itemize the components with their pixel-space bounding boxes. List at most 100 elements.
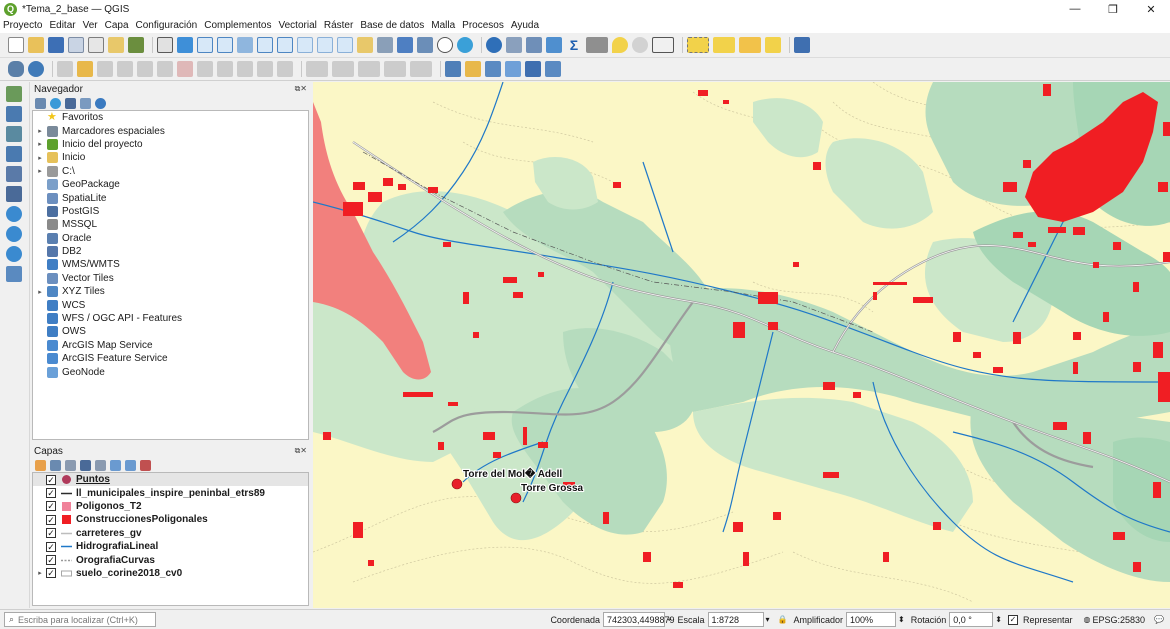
navigator-item[interactable]: ArcGIS Feature Service bbox=[33, 352, 308, 365]
data-source-manager-icon[interactable] bbox=[8, 61, 24, 77]
show-bookmarks-icon[interactable] bbox=[417, 37, 433, 53]
open-project-icon[interactable] bbox=[28, 37, 44, 53]
menu-procesos[interactable]: Procesos bbox=[462, 20, 504, 31]
menu-capa[interactable]: Capa bbox=[105, 20, 129, 31]
manage-themes-icon[interactable] bbox=[65, 459, 76, 471]
paste-features-icon[interactable] bbox=[237, 61, 253, 77]
scale-field[interactable]: 1:8728 bbox=[707, 612, 764, 627]
menu-configuracion[interactable]: Configuración bbox=[136, 20, 198, 31]
add-wms-icon[interactable] bbox=[6, 206, 22, 222]
scale-dropdown-icon[interactable]: ▾ bbox=[766, 615, 770, 624]
select-location-icon[interactable] bbox=[765, 37, 781, 53]
menu-base-de-datos[interactable]: Base de datos bbox=[360, 20, 424, 31]
temporal-controller-icon[interactable] bbox=[437, 37, 453, 53]
add-delimited-text-icon[interactable] bbox=[6, 146, 22, 162]
redo-icon[interactable] bbox=[277, 61, 293, 77]
navigator-item[interactable]: PostGIS bbox=[33, 205, 308, 218]
layer-item[interactable]: ✓ HidrografiaLineal bbox=[33, 540, 308, 553]
layer-item[interactable]: ✓ OrografiaCurvas bbox=[33, 553, 308, 566]
map-canvas[interactable]: Torre del Mol� Adell Torre Grossa bbox=[313, 82, 1170, 608]
undo-icon[interactable] bbox=[257, 61, 273, 77]
statistics-sigma-icon[interactable]: Σ bbox=[566, 37, 582, 53]
add-vector-layer-icon[interactable] bbox=[6, 86, 22, 102]
menu-proyecto[interactable]: Proyecto bbox=[3, 20, 42, 31]
text-annotation-icon[interactable] bbox=[652, 37, 674, 53]
add-wcs-icon[interactable] bbox=[6, 226, 22, 242]
navigator-item[interactable]: Vector Tiles bbox=[33, 272, 308, 285]
navigator-item[interactable]: ▸ C:\ bbox=[33, 165, 308, 178]
filter-expression-icon[interactable] bbox=[95, 459, 106, 471]
pan-to-selection-icon[interactable] bbox=[177, 37, 193, 53]
layout-manager-icon[interactable] bbox=[108, 37, 124, 53]
print-layout-icon[interactable] bbox=[88, 37, 104, 53]
navigator-item[interactable]: ▸ Inicio bbox=[33, 151, 308, 164]
save-project-icon[interactable] bbox=[48, 37, 64, 53]
navigator-item[interactable]: DB2 bbox=[33, 245, 308, 258]
zoom-in-icon[interactable] bbox=[197, 37, 213, 53]
menu-ver[interactable]: Ver bbox=[83, 20, 98, 31]
navigator-item[interactable]: WCS bbox=[33, 298, 308, 311]
navigator-item[interactable]: GeoNode bbox=[33, 365, 308, 378]
digitize-curve-icon[interactable] bbox=[306, 61, 328, 77]
layer-item[interactable]: ✓ Puntos bbox=[33, 473, 308, 487]
processing-gear-icon[interactable] bbox=[546, 37, 562, 53]
menu-raster[interactable]: Ráster bbox=[324, 20, 353, 31]
coordinate-field[interactable]: 742303,4498879 bbox=[602, 612, 675, 627]
minimize-button[interactable]: — bbox=[1056, 0, 1094, 18]
add-polygon-icon[interactable] bbox=[410, 61, 432, 77]
rotate-label-icon[interactable] bbox=[545, 61, 561, 77]
layer-item[interactable]: ✓ ll_municipales_inspire_peninbal_etrs89 bbox=[33, 486, 308, 499]
layer-visibility-checkbox[interactable]: ✓ bbox=[46, 488, 56, 499]
crs-globe-icon[interactable]: ◍ bbox=[1084, 615, 1091, 624]
menu-complementos[interactable]: Complementos bbox=[204, 20, 271, 31]
zoom-out-icon[interactable] bbox=[217, 37, 233, 53]
new-map-view-icon[interactable] bbox=[357, 37, 373, 53]
delete-selected-icon[interactable] bbox=[177, 61, 193, 77]
label-toolbar-icon[interactable] bbox=[445, 61, 461, 77]
zoom-native-icon[interactable] bbox=[297, 37, 313, 53]
expand-arrow-icon[interactable]: ▸ bbox=[35, 154, 45, 162]
map-svg[interactable]: Torre del Mol� Adell Torre Grossa bbox=[313, 82, 1170, 608]
pin-labels-icon[interactable] bbox=[485, 61, 501, 77]
select-features-icon[interactable] bbox=[687, 37, 709, 53]
new-shapefile-icon[interactable] bbox=[6, 266, 22, 282]
vertex-tool-icon[interactable] bbox=[137, 61, 153, 77]
layer-labeling-icon[interactable] bbox=[465, 61, 481, 77]
close-button[interactable]: ✕ bbox=[1132, 0, 1170, 18]
messages-icon[interactable]: 💬 bbox=[1154, 615, 1164, 624]
menu-vectorial[interactable]: Vectorial bbox=[279, 20, 317, 31]
zoom-layer-icon[interactable] bbox=[277, 37, 293, 53]
layer-visibility-checkbox[interactable]: ✓ bbox=[46, 514, 56, 525]
navigator-item[interactable]: ▸ Inicio del proyecto bbox=[33, 138, 308, 151]
navigator-item[interactable]: WMS/WMTS bbox=[33, 258, 308, 271]
magnifier-field[interactable]: 100% bbox=[846, 612, 897, 627]
info-icon[interactable] bbox=[95, 97, 106, 109]
save-as-icon[interactable] bbox=[68, 37, 84, 53]
python-console-icon[interactable] bbox=[28, 61, 44, 77]
show-hide-labels-icon[interactable] bbox=[505, 61, 521, 77]
layer-visibility-checkbox[interactable]: ✓ bbox=[46, 474, 56, 485]
move-label-icon[interactable] bbox=[525, 61, 541, 77]
layer-visibility-checkbox[interactable]: ✓ bbox=[46, 528, 56, 539]
save-edits-icon[interactable] bbox=[97, 61, 113, 77]
expand-all-icon[interactable] bbox=[110, 459, 121, 471]
collapse-all-icon[interactable] bbox=[80, 97, 91, 109]
filter-icon[interactable] bbox=[65, 97, 76, 109]
cut-features-icon[interactable] bbox=[197, 61, 213, 77]
layer-visibility-checkbox[interactable]: ✓ bbox=[46, 501, 56, 512]
copy-features-icon[interactable] bbox=[217, 61, 233, 77]
measure-icon[interactable] bbox=[586, 37, 608, 53]
navigator-item[interactable]: WFS / OGC API - Features bbox=[33, 312, 308, 325]
render-checkbox[interactable]: ✓ bbox=[1007, 614, 1018, 625]
edits-icon[interactable] bbox=[57, 61, 73, 77]
modify-attributes-icon[interactable] bbox=[157, 61, 173, 77]
menu-ayuda[interactable]: Ayuda bbox=[511, 20, 539, 31]
navigator-item[interactable]: ArcGIS Map Service bbox=[33, 339, 308, 352]
rotation-stepper-icon[interactable]: ⬍ bbox=[995, 615, 1002, 624]
crs-label[interactable]: EPSG:25830 bbox=[1092, 615, 1145, 625]
add-postgis-icon[interactable] bbox=[6, 186, 22, 202]
panel-float-close-icon[interactable]: ⧉✕ bbox=[295, 446, 307, 456]
navigator-item[interactable]: ▸ XYZ Tiles bbox=[33, 285, 308, 298]
maximize-button[interactable]: ❐ bbox=[1094, 0, 1132, 18]
add-group-icon[interactable] bbox=[50, 459, 61, 471]
